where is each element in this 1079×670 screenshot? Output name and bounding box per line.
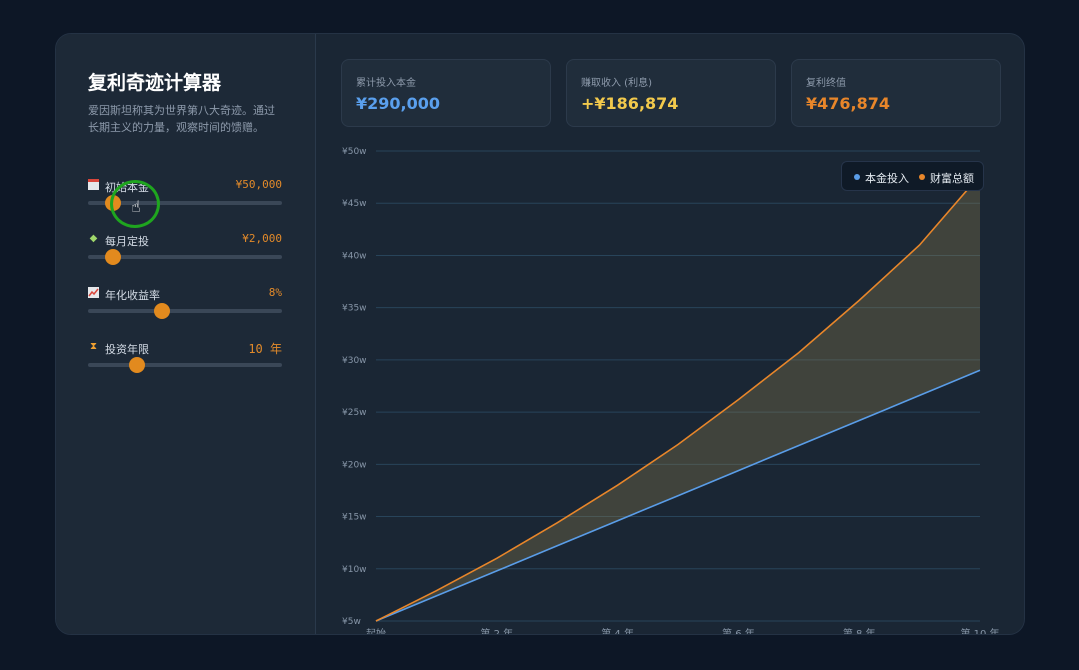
y-tick-label: ¥50w <box>342 147 367 157</box>
param-value: ¥50,000 <box>235 178 282 191</box>
years-slider[interactable] <box>88 363 282 367</box>
x-tick-label: 第 8 年 <box>843 627 876 635</box>
calendar-icon <box>88 179 99 190</box>
param-duration: ⧗ 投资年限 10 年 <box>88 341 282 375</box>
app-title: 复利奇迹计算器 <box>88 72 222 94</box>
slider-thumb[interactable] <box>153 303 170 319</box>
y-tick-label: ¥45w <box>342 199 367 209</box>
stat-value: ¥476,874 <box>806 94 891 113</box>
y-tick-label: ¥35w <box>342 304 367 314</box>
growth-chart-svg: ¥5w ¥10w ¥15w ¥20w ¥25w ¥30w ¥35w ¥40w ¥45w ¥50w 起… <box>342 147 1000 635</box>
slider-thumb[interactable] <box>105 249 122 265</box>
legend-principal-marker <box>854 174 860 180</box>
y-tick-label: ¥5w <box>342 617 361 627</box>
stat-value: +¥186,874 <box>581 94 679 113</box>
y-tick-label: ¥30w <box>342 356 367 366</box>
chart-legend[interactable]: 本金投入 财富总额 <box>841 161 984 191</box>
y-tick-label: ¥25w <box>342 408 367 418</box>
stat-label: 复利终值 <box>806 78 846 89</box>
calculator-card: 复利奇迹计算器 爱因斯坦称其为世界第八大奇迹。通过长期主义的力量，观察时间的馈赠… <box>55 33 1025 635</box>
stat-final-value: 复利终值 ¥476,874 <box>791 59 1001 127</box>
stat-value: ¥290,000 <box>356 94 441 113</box>
param-value: ¥2,000 <box>242 232 282 245</box>
coin-icon: ◆ <box>89 233 98 244</box>
stat-total-principal: 累计投入本金 ¥290,000 <box>341 59 551 127</box>
x-tick-label: 第 4 年 <box>601 627 634 635</box>
rate-slider[interactable] <box>88 309 282 313</box>
stat-label: 赚取收入 (利息) <box>581 78 652 89</box>
x-tick-label: 第 2 年 <box>480 627 513 635</box>
param-value: 10 年 <box>248 342 282 356</box>
param-annual-rate: 年化收益率 8% <box>88 286 282 321</box>
param-label: 每月定投 <box>105 235 149 248</box>
param-label: 年化收益率 <box>105 289 160 302</box>
trend-chart-icon <box>88 287 99 298</box>
y-tick-label: ¥40w <box>342 251 367 261</box>
hourglass-icon: ⧗ <box>89 341 98 352</box>
y-tick-label: ¥20w <box>342 460 367 470</box>
y-tick-label: ¥15w <box>342 513 367 523</box>
app-description: 爱因斯坦称其为世界第八大奇迹。通过长期主义的力量，观察时间的馈赠。 <box>88 104 275 134</box>
x-tick-label: 第 10 年 <box>960 627 999 635</box>
param-monthly-investment: ◆ 每月定投 ¥2,000 <box>88 232 282 267</box>
hand-cursor-icon: ☝ <box>131 197 141 216</box>
stat-interest-earned: 赚取收入 (利息) +¥186,874 <box>566 59 776 127</box>
legend-total-marker <box>919 174 925 180</box>
param-value: 8% <box>268 286 282 299</box>
legend-principal-label: 本金投入 <box>865 172 909 185</box>
slider-thumb[interactable] <box>128 357 145 373</box>
sidebar: 复利奇迹计算器 爱因斯坦称其为世界第八大奇迹。通过长期主义的力量，观察时间的馈赠… <box>56 34 316 634</box>
interest-area <box>376 175 980 621</box>
x-tick-label: 起始 <box>366 627 386 635</box>
legend-total-label: 财富总额 <box>930 172 974 185</box>
param-label: 投资年限 <box>105 343 149 356</box>
y-tick-label: ¥10w <box>342 565 367 575</box>
principal-line <box>375 369 981 622</box>
stat-label: 累计投入本金 <box>356 78 416 89</box>
x-tick-label: 第 6 年 <box>722 627 755 635</box>
growth-chart: ¥5w ¥10w ¥15w ¥20w ¥25w ¥30w ¥35w ¥40w ¥45w ¥50w 起… <box>316 139 1024 635</box>
